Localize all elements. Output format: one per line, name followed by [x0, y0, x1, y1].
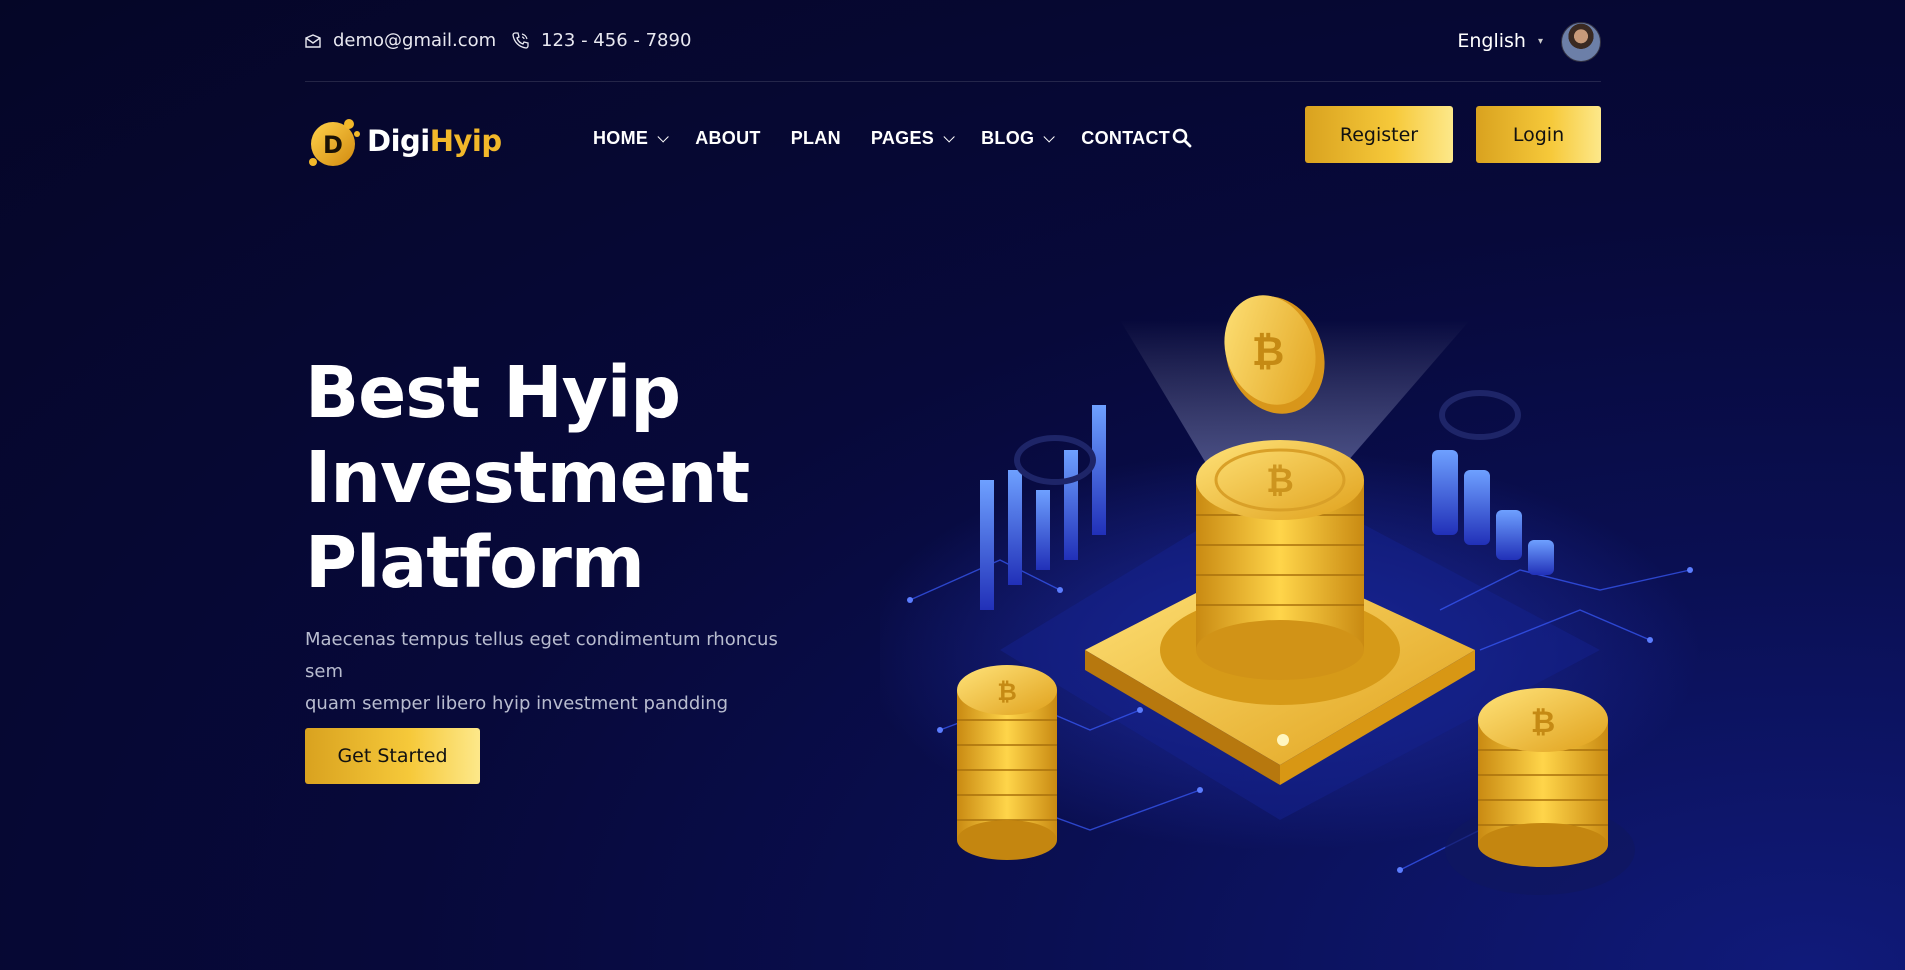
language-selector[interactable]: English ▾ [1457, 30, 1543, 52]
coin-stack-center: ₿ [1196, 440, 1364, 680]
svg-text:₿: ₿ [1266, 461, 1294, 501]
nav-item-label: PAGES [870, 128, 935, 148]
logo-text-part1: Digi [367, 124, 430, 158]
nav-item-blog[interactable]: BLOG [981, 128, 1056, 149]
dark-coin-icon [1439, 390, 1521, 440]
hero-title-line: Investment [305, 436, 750, 519]
nav-item-label: BLOG [981, 128, 1035, 148]
svg-text:₿: ₿ [1252, 329, 1285, 375]
chevron-down-icon [657, 130, 669, 143]
login-button[interactable]: Login [1476, 106, 1601, 163]
logo[interactable]: D DigiHyip [305, 112, 502, 170]
main-navbar: D DigiHyip HOME ABOUT PLAN PAGES BLOG CO… [305, 82, 1601, 192]
chevron-down-icon [1043, 130, 1056, 143]
svg-text:₿: ₿ [1531, 705, 1555, 740]
logo-icon: D [305, 112, 363, 170]
search-button[interactable] [1172, 128, 1192, 152]
hero-title: Best Hyip Investment Platform [305, 350, 865, 605]
logo-text: DigiHyip [367, 124, 502, 158]
top-bar: demo@gmail.com 123 - 456 - 7890 English … [305, 0, 1601, 82]
phone-text: 123 - 456 - 7890 [541, 30, 692, 51]
nav-item-label: CONTACT [1081, 128, 1171, 148]
hero-subtitle: Maecenas tempus tellus eget condimentum … [305, 624, 805, 720]
search-icon [1172, 128, 1192, 148]
hero-illustration: ₿ ₿ ₿ ₿ [880, 295, 1700, 895]
hero-subtitle-line: quam semper libero hyip investment pandd… [305, 693, 729, 714]
email-contact[interactable]: demo@gmail.com [305, 30, 496, 51]
nav-item-pages[interactable]: PAGES [870, 128, 955, 149]
chevron-down-icon [943, 130, 955, 143]
phone-contact[interactable]: 123 - 456 - 7890 [512, 30, 691, 51]
nav-menu: HOME ABOUT PLAN PAGES BLOG CONTACT [593, 128, 1200, 149]
hero-title-line: Best Hyip [305, 351, 681, 434]
chevron-down-icon: ▾ [1537, 35, 1543, 47]
nav-item-label: PLAN [790, 128, 841, 148]
envelope-icon [305, 33, 321, 48]
language-label: English [1457, 30, 1526, 52]
coin-stack-left: ₿ [957, 665, 1057, 860]
nav-item-plan[interactable]: PLAN [791, 128, 841, 149]
nav-item-label: HOME [593, 128, 649, 148]
get-started-button[interactable]: Get Started [305, 728, 480, 784]
avatar[interactable] [1561, 22, 1601, 62]
hero-subtitle-line: Maecenas tempus tellus eget condimentum … [305, 629, 778, 682]
nav-item-about[interactable]: ABOUT [695, 128, 761, 149]
nav-item-contact[interactable]: CONTACT [1081, 128, 1170, 149]
phone-icon [512, 32, 529, 49]
logo-letter: D [323, 131, 343, 159]
svg-text:₿: ₿ [997, 678, 1017, 706]
hero-title-line: Platform [305, 521, 645, 604]
light-spark [1277, 734, 1289, 746]
dark-coin-icon [1014, 435, 1096, 485]
email-text: demo@gmail.com [333, 30, 497, 51]
nav-item-home[interactable]: HOME [593, 128, 669, 149]
logo-text-part2: Hyip [429, 124, 502, 158]
register-button[interactable]: Register [1305, 106, 1453, 163]
nav-item-label: ABOUT [695, 128, 761, 148]
